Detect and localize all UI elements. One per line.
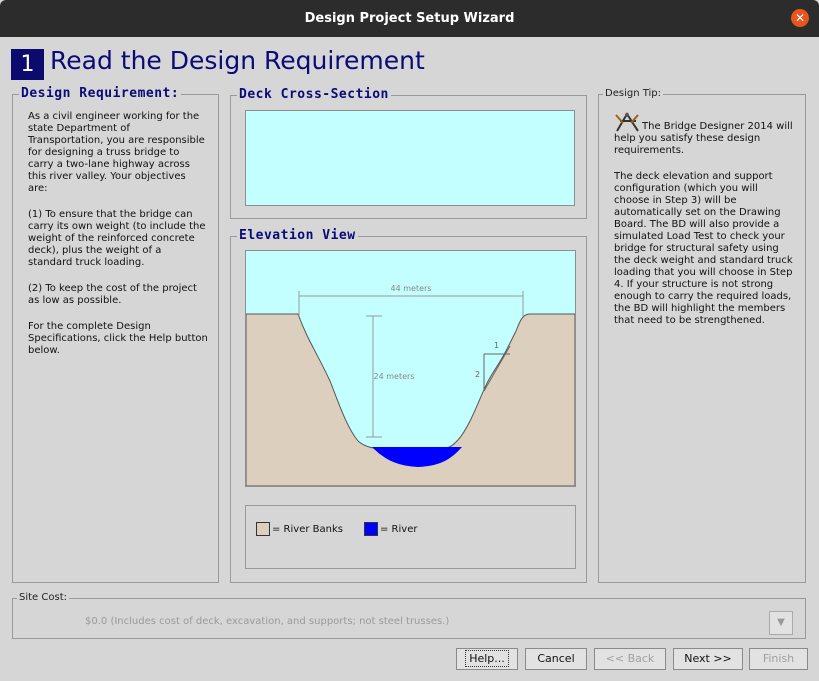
- requirement-text: As a civil engineer working for the stat…: [28, 111, 208, 371]
- elevation-view-group: Elevation View 44 meters 24 meters 1 2 =…: [230, 228, 587, 583]
- design-requirement-heading: Design Requirement:: [19, 86, 182, 101]
- close-button[interactable]: ✕: [791, 9, 809, 27]
- slope-run-label: 1: [494, 341, 499, 350]
- width-label: 44 meters: [391, 284, 432, 293]
- next-button[interactable]: Next >>: [673, 648, 743, 670]
- elevation-view-heading: Elevation View: [237, 228, 358, 243]
- legend-river-label: = River: [380, 524, 418, 535]
- window-title: Design Project Setup Wizard: [304, 11, 515, 26]
- design-requirement-group: Design Requirement: As a civil engineer …: [12, 86, 219, 583]
- site-cost-heading: Site Cost:: [17, 592, 69, 603]
- tip-paragraph: The Bridge Designer 2014 will help you s…: [614, 111, 794, 157]
- elevation-diagram: 44 meters 24 meters 1 2: [246, 251, 575, 486]
- site-cost-value: $0.0 (Includes cost of deck, excavation,…: [85, 616, 450, 627]
- tip-text: The Bridge Designer 2014 will help you s…: [614, 111, 794, 341]
- river-swatch: [364, 522, 378, 536]
- requirement-paragraph: (1) To ensure that the bridge can carry …: [28, 209, 206, 268]
- step-title: Read the Design Requirement: [50, 46, 425, 75]
- deck-cross-section-group: Deck Cross-Section: [230, 87, 587, 219]
- title-bar: Design Project Setup Wizard ✕: [0, 0, 819, 37]
- finish-button[interactable]: Finish: [749, 648, 808, 670]
- elevation-view-canvas: 44 meters 24 meters 1 2: [245, 250, 576, 487]
- site-cost-dropdown-button[interactable]: ▼: [769, 611, 793, 635]
- slope-rise-label: 2: [475, 370, 480, 379]
- deck-cross-section-view: [245, 110, 575, 206]
- legend-banks-label: = River Banks: [272, 524, 343, 535]
- depth-label: 24 meters: [374, 372, 415, 381]
- help-button-label: Help...: [465, 650, 509, 667]
- deck-cross-section-heading: Deck Cross-Section: [237, 87, 391, 102]
- requirement-paragraph: For the complete Design Specifications, …: [28, 321, 208, 356]
- design-tip-group: Design Tip: The Bridge Designer 2014 wil…: [598, 88, 806, 583]
- wizard-content: 1 Read the Design Requirement Design Req…: [0, 37, 819, 681]
- help-button[interactable]: Help...: [456, 648, 518, 670]
- site-cost-group: Site Cost: $0.0 (Includes cost of deck, …: [12, 592, 806, 639]
- bank-swatch: [256, 522, 270, 536]
- cancel-button[interactable]: Cancel: [525, 648, 587, 670]
- requirement-paragraph: (2) To keep the cost of the project as l…: [28, 283, 197, 306]
- tip-paragraph-2: The deck elevation and support configura…: [614, 171, 793, 326]
- chevron-down-icon: ▼: [777, 617, 785, 628]
- legend-box: = River Banks = River: [245, 505, 576, 569]
- legend-banks: = River Banks: [256, 522, 343, 536]
- close-icon: ✕: [794, 11, 806, 25]
- requirement-paragraph: As a civil engineer working for the stat…: [28, 111, 205, 194]
- bridge-designer-icon: [615, 112, 639, 132]
- design-tip-heading: Design Tip:: [603, 88, 664, 99]
- legend-river: = River: [364, 522, 417, 536]
- back-button[interactable]: << Back: [594, 648, 666, 670]
- step-number: 1: [11, 49, 44, 80]
